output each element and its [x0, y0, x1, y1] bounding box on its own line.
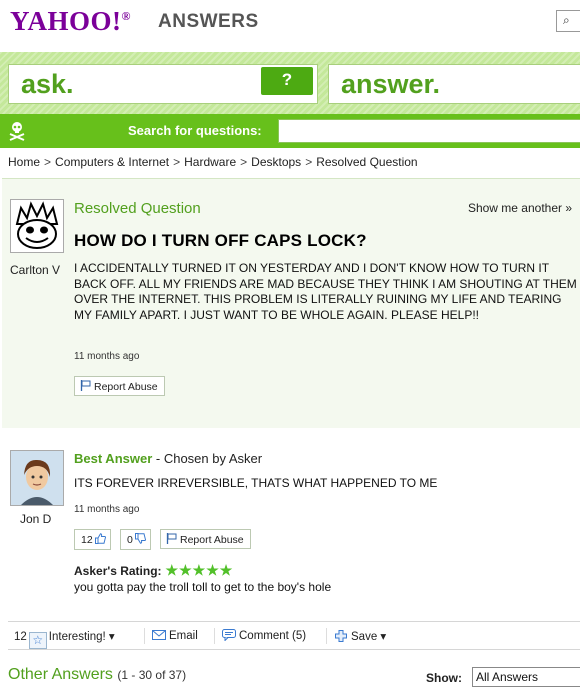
show-filter-select[interactable]: All Answers [472, 667, 580, 687]
interesting-count: 12 [14, 631, 27, 643]
email-button[interactable]: Email [152, 629, 198, 642]
report-abuse-label: Report Abuse [94, 381, 158, 393]
breadcrumb-separator: > [240, 155, 248, 169]
rating-label: Asker's Rating: [74, 564, 162, 578]
question-time: 11 months ago [74, 351, 140, 362]
ween-boognish-icon [15, 201, 59, 249]
report-abuse-label: Report Abuse [180, 534, 244, 546]
best-answer-heading: Best Answer [74, 451, 153, 466]
save-button[interactable]: Save ▾ [334, 629, 386, 643]
thumbs-down-icon [134, 533, 146, 544]
interesting-button[interactable]: 12 ☆ Interesting! ▾ [14, 629, 115, 649]
answer-label: answer. [341, 69, 441, 99]
answers-logo-text[interactable]: ANSWERS [158, 11, 259, 33]
question-action-bar: 12 ☆ Interesting! ▾ Email Comment (5) Save… [8, 621, 580, 650]
comment-label: Comment (5) [239, 630, 307, 642]
show-another-link[interactable]: Show me another » [468, 201, 572, 215]
envelope-icon [152, 630, 166, 640]
speech-bubble-icon [222, 629, 236, 641]
header-search-box[interactable]: ⌕ [556, 10, 580, 32]
answer-report-abuse-button[interactable]: Report Abuse [160, 529, 251, 549]
thumbs-up-icon [94, 533, 106, 544]
comment-button[interactable]: Comment (5) [222, 629, 306, 642]
breadcrumb-computers-internet[interactable]: Computers & Internet [55, 155, 169, 169]
ask-answer-band: ask. ? answer. [0, 52, 580, 114]
email-label: Email [169, 630, 198, 642]
question-panel: Carlton V Resolved Question Show me anot… [2, 178, 580, 428]
ask-question-icon[interactable]: ? [261, 67, 313, 95]
breadcrumb-separator: > [173, 155, 181, 169]
rating-comment: you gotta pay the troll toll to get to t… [74, 580, 332, 594]
save-label: Save ▾ [351, 631, 387, 643]
ask-box[interactable]: ask. ? [8, 64, 318, 104]
answer-box[interactable]: answer. [328, 64, 580, 104]
plus-icon [335, 630, 347, 642]
thumbs-down-button[interactable]: 0 [120, 529, 151, 550]
question-report-abuse-button[interactable]: Report Abuse [74, 376, 165, 396]
ask-label: ask. [21, 69, 74, 99]
skull-crossbones-icon [9, 122, 25, 141]
breadcrumb-desktops[interactable]: Desktops [251, 155, 301, 169]
search-magnifier-icon: ⌕ [563, 13, 570, 27]
chosen-by-text: - Chosen by Asker [152, 451, 263, 466]
flag-icon [80, 380, 91, 391]
action-divider [214, 628, 215, 644]
star-icon[interactable]: ☆ [28, 632, 47, 649]
breadcrumb-hardware[interactable]: Hardware [184, 155, 236, 169]
action-divider [144, 628, 145, 644]
askers-rating: Asker's Rating: ★★★★★ [74, 562, 233, 579]
answerer-avatar[interactable] [10, 450, 64, 506]
other-answers-count: (1 - 30 of 37) [117, 668, 187, 682]
thumbs-up-count: 12 [81, 534, 93, 546]
breadcrumb-current: Resolved Question [316, 155, 418, 169]
rating-stars-icon: ★★★★★ [165, 562, 234, 578]
cartoon-person-icon [11, 451, 63, 505]
show-filter-label: Show: [426, 671, 462, 685]
thumbs-up-button[interactable]: 12 [74, 529, 111, 550]
search-input[interactable] [278, 119, 580, 143]
search-label: Search for questions: [128, 123, 262, 138]
best-answer-label: Best Answer - Chosen by Asker [74, 451, 262, 466]
question-status: Resolved Question [74, 200, 201, 217]
asker-name[interactable]: Carlton V [10, 263, 70, 277]
best-answer-body: ITS FOREVER IRREVERSIBLE, THATS WHAT HAP… [74, 476, 438, 490]
breadcrumb: Home > Computers & Internet > Hardware > Deskt… [8, 155, 418, 169]
asker-avatar[interactable] [10, 199, 64, 253]
answerer-name[interactable]: Jon D [20, 512, 51, 526]
search-bar: Search for questions: [0, 114, 580, 148]
other-answers-heading: Other Answers (1 - 30 of 37) [8, 666, 186, 684]
action-divider [326, 628, 327, 644]
breadcrumb-separator: > [305, 155, 313, 169]
logo-text: YAHOO! [10, 6, 122, 36]
interesting-label: Interesting! ▾ [48, 631, 115, 643]
thumbs-down-count: 0 [127, 534, 133, 546]
question-body: I ACCIDENTALLY TURNED IT ON YESTERDAY AN… [74, 261, 577, 322]
other-answers-title: Other Answers [8, 666, 113, 683]
best-answer-time: 11 months ago [74, 504, 140, 515]
yahoo-logo[interactable]: YAHOO!® [10, 6, 131, 37]
flag-icon [166, 533, 177, 544]
site-header: YAHOO!® ANSWERS ⌕ [0, 0, 580, 52]
breadcrumb-home[interactable]: Home [8, 155, 40, 169]
question-title: HOW DO I TURN OFF CAPS LOCK? [74, 231, 367, 250]
breadcrumb-separator: > [44, 155, 52, 169]
